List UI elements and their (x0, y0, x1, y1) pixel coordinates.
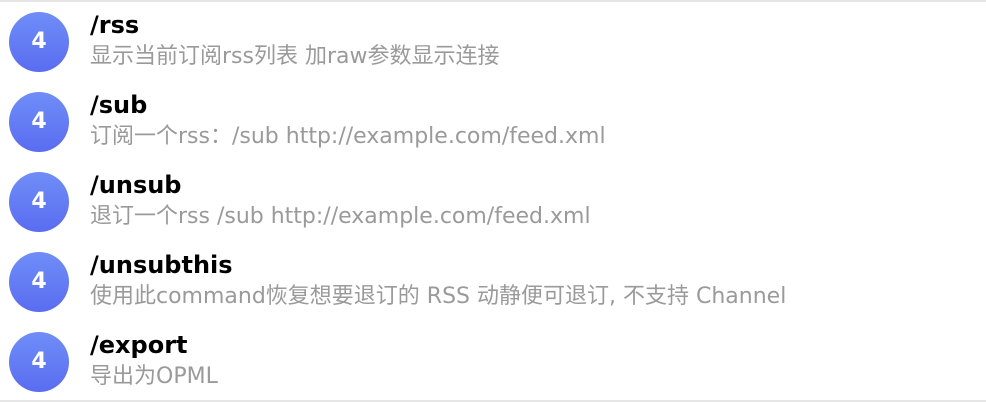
command-description: 导出为OPML (90, 364, 218, 389)
command-item-rss[interactable]: 4 /rss 显示当前订阅rss列表 加raw参数显示连接 (0, 2, 986, 82)
bot-avatar-letter: 4 (31, 109, 47, 134)
bot-avatar-letter: 4 (31, 349, 47, 374)
command-name: /unsub (90, 171, 182, 199)
bot-avatar-letter: 4 (31, 269, 47, 294)
bot-command-list: 4 /rss 显示当前订阅rss列表 加raw参数显示连接 4 /sub 订阅一… (0, 0, 986, 402)
command-description: 显示当前订阅rss列表 加raw参数显示连接 (90, 44, 500, 69)
command-description: 订阅一个rss：/sub http://example.com/feed.xml (90, 124, 606, 149)
bot-avatar-letter: 4 (31, 29, 47, 54)
bot-avatar: 4 (9, 252, 69, 312)
bot-avatar-letter: 4 (31, 189, 47, 214)
bot-avatar: 4 (9, 92, 69, 152)
command-description: 退订一个rss /sub http://example.com/feed.xml (90, 204, 591, 229)
bot-avatar: 4 (9, 172, 69, 232)
command-item-unsub[interactable]: 4 /unsub 退订一个rss /sub http://example.com… (0, 162, 986, 242)
command-name: /rss (90, 11, 140, 39)
command-name: /export (90, 331, 188, 359)
command-description: 使用此command恢复想要退订的 RSS 动静便可退订, 不支持 Channe… (90, 284, 787, 309)
command-name: /unsubthis (90, 251, 233, 279)
command-item-unsubthis[interactable]: 4 /unsubthis 使用此command恢复想要退订的 RSS 动静便可退… (0, 242, 986, 322)
bot-avatar: 4 (9, 332, 69, 392)
bot-avatar: 4 (9, 12, 69, 72)
command-name: /sub (90, 91, 148, 119)
command-item-export[interactable]: 4 /export 导出为OPML (0, 322, 986, 402)
command-item-sub[interactable]: 4 /sub 订阅一个rss：/sub http://example.com/f… (0, 82, 986, 162)
